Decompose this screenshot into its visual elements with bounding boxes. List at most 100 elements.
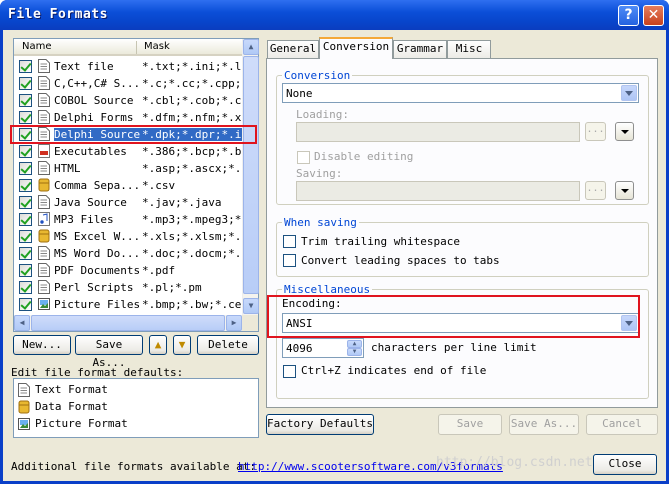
enabled-checkbox[interactable] [19, 162, 32, 175]
save-as-format-button[interactable]: Save As... [75, 335, 143, 369]
tab-grammar[interactable]: Grammar [393, 40, 447, 58]
dialog-body: Name Mask Text file *.txt;*.ini;*.lo C,C++… [3, 30, 666, 481]
when-saving-group: When saving Trim trailing whitespace Con… [276, 216, 649, 277]
chevron-down-icon[interactable] [621, 85, 637, 101]
text-file-icon [38, 76, 50, 90]
delete-format-button[interactable]: Delete [197, 335, 259, 355]
enabled-checkbox[interactable] [19, 196, 32, 209]
conversion-group: Conversion None Loading: ... Disable edi… [276, 69, 649, 205]
move-down-button[interactable]: ▼ [173, 335, 191, 355]
vertical-scroll-thumb[interactable] [243, 56, 259, 294]
format-mask: *.txt;*.ini;*.lo [142, 60, 242, 73]
format-name: Delphi Forms [54, 111, 134, 124]
text-file-icon [38, 246, 50, 260]
list-item[interactable]: MP3 Files *.mp3;*.mpeg3;*. [14, 211, 242, 228]
chars-per-line-label: characters per line limit [371, 341, 537, 354]
enabled-checkbox[interactable] [19, 298, 32, 311]
list-item[interactable]: C,C++,C# S... *.c;*.cc;*.cpp;. [14, 75, 242, 92]
list-item[interactable]: Executables *.386;*.bcp;*.b. [14, 143, 242, 160]
list-item[interactable]: MS Word Do... *.doc;*.docm;*. [14, 245, 242, 262]
close-window-button[interactable]: ✕ [643, 5, 664, 26]
list-item[interactable]: Perl Scripts *.pl;*.pm [14, 279, 242, 296]
list-item[interactable]: Delphi Forms *.dfm;*.nfm;*.xf [14, 109, 242, 126]
list-item[interactable]: Java Source *.jav;*.java [14, 194, 242, 211]
enabled-checkbox[interactable] [19, 77, 32, 90]
text-file-icon [38, 161, 50, 175]
tab-general[interactable]: General [267, 40, 319, 58]
scroll-right-icon[interactable]: ▶ [226, 315, 242, 331]
selected-row-highlight [10, 125, 257, 144]
conversion-select-value: None [286, 87, 313, 100]
list-item[interactable]: MS Excel W... *.xls;*.xlsm;*.. [14, 228, 242, 245]
music-file-icon [38, 212, 50, 226]
default-format-item[interactable]: Data Format [18, 399, 248, 415]
conversion-select[interactable]: None [282, 83, 639, 103]
list-vertical-scrollbar[interactable]: ▲ ▼ [242, 39, 259, 315]
enabled-checkbox[interactable] [19, 230, 32, 243]
save-button[interactable]: Save [438, 414, 502, 435]
format-mask: *.pdf [142, 264, 176, 277]
save-as-button[interactable]: Save As... [509, 414, 579, 435]
saving-dropdown-button[interactable] [615, 181, 634, 200]
convert-spaces-checkbox[interactable] [283, 254, 296, 267]
enabled-checkbox[interactable] [19, 281, 32, 294]
data-file-icon [18, 400, 30, 417]
list-item[interactable]: PDF Documents *.pdf [14, 262, 242, 279]
tab-misc[interactable]: Misc [447, 40, 491, 58]
loading-label: Loading: [296, 108, 349, 121]
format-mask: *.pl;*.pm [142, 281, 202, 294]
list-item[interactable]: COBOL Source *.cbl;*.cob;*.cp [14, 92, 242, 109]
format-mask: *.doc;*.docm;*. [142, 247, 242, 260]
conversion-tab-panel: Conversion None Loading: ... Disable edi… [266, 58, 658, 408]
stepper-up-icon[interactable]: ▲ [347, 340, 362, 348]
factory-defaults-button[interactable]: Factory Defaults [266, 414, 374, 435]
enabled-checkbox[interactable] [19, 145, 32, 158]
enabled-checkbox[interactable] [19, 264, 32, 277]
format-name: MP3 Files [54, 213, 114, 226]
window-title: File Formats [8, 7, 108, 22]
loading-dropdown-button[interactable] [615, 122, 634, 141]
cancel-button[interactable]: Cancel [586, 414, 658, 435]
ctrlz-eof-label: Ctrl+Z indicates end of file [301, 364, 487, 377]
list-item[interactable]: Picture Files *.bmp;*.bw;*.ce [14, 296, 242, 313]
format-mask: *.asp;*.ascx;*.. [142, 162, 242, 175]
format-name: Picture Files [54, 298, 141, 311]
scroll-up-icon[interactable]: ▲ [243, 39, 259, 55]
chars-per-line-stepper[interactable]: 4096 ▲ ▼ [282, 338, 364, 358]
format-mask: *.bmp;*.bw;*.ce [142, 298, 242, 311]
horizontal-scroll-thumb[interactable] [31, 315, 225, 331]
saving-label: Saving: [296, 167, 343, 180]
enabled-checkbox[interactable] [19, 60, 32, 73]
list-item[interactable]: HTML *.asp;*.ascx;*.. [14, 160, 242, 177]
help-button[interactable]: ? [618, 5, 639, 26]
tab-conversion[interactable]: Conversion [319, 37, 393, 59]
list-horizontal-scrollbar[interactable]: ◀ ▶ [14, 315, 242, 331]
scroll-down-icon[interactable]: ▼ [243, 298, 259, 314]
enabled-checkbox[interactable] [19, 247, 32, 260]
move-up-button[interactable]: ▲ [149, 335, 167, 355]
column-header-name[interactable]: Name [22, 41, 52, 52]
file-formats-window: File Formats ? ✕ Name Mask Text file *.tx… [0, 0, 669, 484]
format-name: MS Word Do... [54, 247, 141, 260]
defaults-list[interactable]: Text Format Data Format Picture Format [13, 378, 259, 438]
scroll-left-icon[interactable]: ◀ [14, 315, 30, 331]
list-item[interactable]: Text file *.txt;*.ini;*.lo [14, 58, 242, 75]
default-format-item[interactable]: Text Format [18, 382, 248, 398]
ctrlz-eof-checkbox[interactable] [283, 365, 296, 378]
default-format-item[interactable]: Picture Format [18, 416, 248, 432]
enabled-checkbox[interactable] [19, 213, 32, 226]
new-format-button[interactable]: New... [13, 335, 71, 355]
format-name: HTML [54, 162, 81, 175]
data-file-icon [38, 178, 50, 192]
enabled-checkbox[interactable] [19, 94, 32, 107]
trim-whitespace-checkbox[interactable] [283, 235, 296, 248]
stepper-down-icon[interactable]: ▼ [347, 348, 362, 356]
close-button[interactable]: Close [593, 454, 657, 475]
enabled-checkbox[interactable] [19, 179, 32, 192]
enabled-checkbox[interactable] [19, 111, 32, 124]
file-format-list[interactable]: Name Mask Text file *.txt;*.ini;*.lo C,C++… [13, 38, 259, 332]
column-header-mask[interactable]: Mask [144, 41, 170, 52]
list-item[interactable]: Comma Sepa... *.csv [14, 177, 242, 194]
conversion-group-title: Conversion [282, 69, 353, 82]
title-bar[interactable]: File Formats ? ✕ [0, 0, 669, 30]
